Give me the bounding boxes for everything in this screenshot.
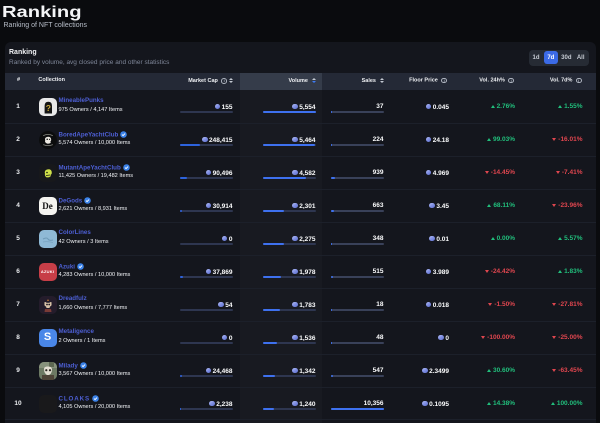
svg-text:?: ? (45, 102, 50, 112)
